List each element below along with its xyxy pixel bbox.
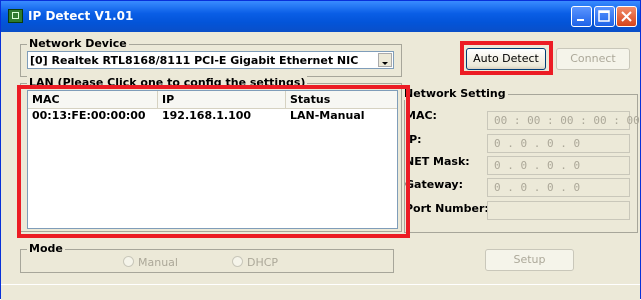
app-icon	[8, 9, 23, 23]
close-button[interactable]	[616, 6, 637, 27]
status-bar	[1, 284, 640, 300]
window-title: IP Detect V1.01	[28, 9, 134, 23]
network-setting-label: Network Setting	[402, 87, 508, 100]
gateway-label: Gateway:	[405, 178, 463, 191]
minimize-button[interactable]	[571, 6, 592, 27]
port-number-field[interactable]	[487, 201, 630, 220]
port-number-label: Port Number:	[405, 202, 489, 215]
maximize-icon	[598, 10, 610, 22]
radio-circle-icon	[232, 256, 243, 267]
mode-group	[20, 249, 394, 273]
combo-dropdown-button[interactable]	[378, 53, 392, 67]
manual-radio[interactable]: Manual	[123, 256, 178, 269]
minimize-icon	[577, 19, 584, 21]
auto-detect-highlight	[460, 41, 553, 75]
connect-button[interactable]: Connect	[556, 48, 630, 70]
dhcp-radio[interactable]: DHCP	[232, 256, 278, 269]
title-bar[interactable]: IP Detect V1.01	[1, 1, 640, 32]
netmask-field[interactable]: 0 . 0 . 0 . 0	[487, 156, 630, 175]
dhcp-radio-label: DHCP	[247, 256, 279, 269]
maximize-button[interactable]	[594, 6, 615, 27]
radio-circle-icon	[123, 256, 134, 267]
mac-field[interactable]: 00 : 00 : 00 : 00 : 00 : 00	[487, 111, 641, 130]
lan-list-highlight	[17, 85, 410, 238]
netmask-label: NET Mask:	[405, 155, 470, 168]
ip-field[interactable]: 0 . 0 . 0 . 0	[487, 134, 630, 153]
network-device-select[interactable]: [0] Realtek RTL8168/8111 PCI-E Gigabit E…	[27, 51, 394, 69]
setup-button[interactable]: Setup	[485, 249, 574, 271]
manual-radio-label: Manual	[138, 256, 178, 269]
chevron-down-icon	[382, 62, 388, 65]
mode-label: Mode	[27, 242, 65, 255]
gateway-field[interactable]: 0 . 0 . 0 . 0	[487, 178, 630, 197]
close-icon	[621, 11, 632, 22]
ip-detect-window: IP Detect V1.01 Network Device [0] Realt…	[0, 0, 641, 300]
network-device-selected-value: [0] Realtek RTL8168/8111 PCI-E Gigabit E…	[30, 54, 359, 67]
network-device-label: Network Device	[27, 37, 129, 50]
